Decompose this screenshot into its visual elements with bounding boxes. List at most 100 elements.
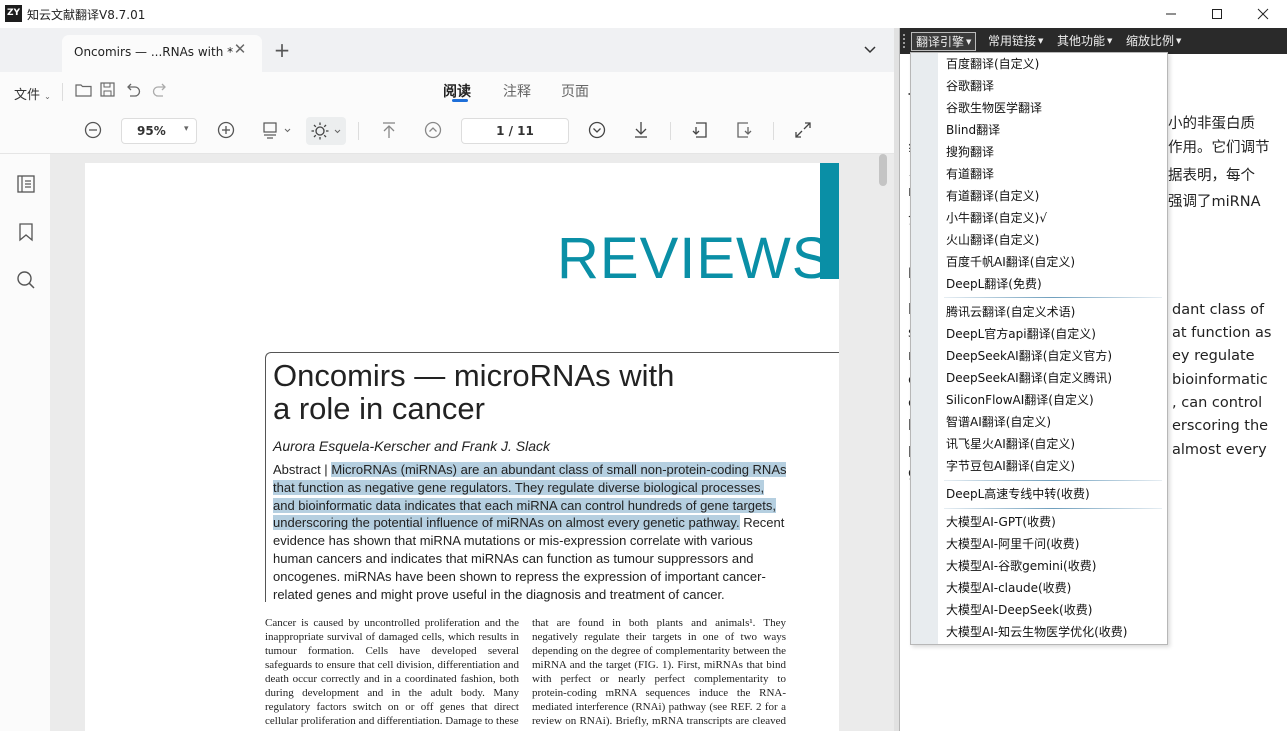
left-sidebar: [0, 154, 50, 731]
tab-pages[interactable]: 页面: [561, 81, 589, 101]
article-authors: Aurora Esquela-Kerscher and Frank J. Sla…: [273, 438, 551, 454]
outline-icon[interactable]: [14, 174, 38, 198]
tab-list-chevron-down-icon[interactable]: [860, 40, 880, 60]
engine-option[interactable]: 腾讯云翻译(自定义术语): [946, 302, 1075, 322]
brightness-button[interactable]: [306, 117, 346, 145]
reader-toolbar: 文件 ⌄ 阅读 注释 页面 95% ▾ 1 / 11: [0, 72, 894, 154]
fullscreen-icon[interactable]: [793, 121, 813, 141]
app-logo-icon: ZY: [5, 5, 22, 22]
drag-handle-icon[interactable]: [903, 34, 907, 48]
pdf-page[interactable]: REVIEWS Oncomirs — microRNAs with a role…: [85, 163, 839, 731]
tab-strip: Oncomirs — ...RNAs with * ✕ +: [0, 28, 894, 72]
menu-translation-engine[interactable]: 翻译引擎 ▼: [911, 32, 977, 51]
source-fragment: almost every: [1172, 442, 1267, 458]
toolbar-divider: [670, 122, 671, 140]
source-fragment: at function as: [1172, 325, 1272, 341]
engine-option[interactable]: DeepL翻译(免费): [946, 274, 1042, 294]
engine-option[interactable]: DeepSeekAI翻译(自定义官方): [946, 346, 1112, 366]
menu-common-links[interactable]: 常用链接 ▼: [984, 32, 1047, 51]
engine-option[interactable]: DeepL高速专线中转(收费): [946, 484, 1090, 504]
journal-section-header: REVIEWS: [557, 226, 832, 291]
engine-option[interactable]: 大模型AI-知云生物医学优化(收费): [946, 622, 1127, 642]
first-page-icon[interactable]: [379, 121, 399, 141]
selected-text[interactable]: MicroRNAs (miRNAs) are an abundant class…: [273, 462, 787, 531]
tab-annotate[interactable]: 注释: [503, 81, 531, 101]
engine-option-selected[interactable]: 小牛翻译(自定义)√: [946, 208, 1047, 228]
engine-option[interactable]: 大模型AI-谷歌gemini(收费): [946, 556, 1096, 576]
zoom-select[interactable]: 95% ▾: [121, 118, 197, 144]
abstract[interactable]: Abstract | MicroRNAs (miRNAs) are an abu…: [273, 461, 787, 603]
engine-option[interactable]: 谷歌翻译: [946, 76, 994, 96]
undo-icon[interactable]: [123, 82, 143, 102]
back-history-icon[interactable]: [690, 121, 710, 141]
engine-option[interactable]: SiliconFlowAI翻译(自定义): [946, 390, 1094, 410]
source-fragment: bioinformatic: [1172, 372, 1268, 388]
source-fragment: ey regulate: [1172, 348, 1255, 364]
abstract-label: Abstract |: [273, 462, 328, 477]
minimize-icon: [1166, 13, 1176, 15]
engine-option[interactable]: 大模型AI-claude(收费): [946, 578, 1071, 598]
zoom-value: 95%: [137, 124, 166, 138]
next-page-icon[interactable]: [587, 121, 607, 141]
engine-option[interactable]: 讯飞星火AI翻译(自定义): [946, 434, 1075, 454]
menu-separator: [944, 480, 1162, 481]
body-column-right: that are found in both plants and animal…: [532, 617, 786, 731]
window-title: 知云文献翻译V8.7.01: [27, 8, 146, 22]
translation-fragment: 强调了miRNA: [1168, 194, 1261, 210]
file-menu[interactable]: 文件 ⌄: [14, 84, 51, 103]
engine-option[interactable]: Blind翻译: [946, 120, 1000, 140]
toolbar-divider: [773, 122, 774, 140]
translation-engine-dropdown: 百度翻译(自定义) 谷歌翻译 谷歌生物医学翻译 Blind翻译 搜狗翻译 有道翻…: [910, 52, 1168, 645]
save-icon[interactable]: [97, 82, 117, 102]
document-viewport[interactable]: REVIEWS Oncomirs — microRNAs with a role…: [50, 154, 894, 731]
maximize-button[interactable]: [1194, 0, 1240, 28]
engine-option[interactable]: 百度翻译(自定义): [946, 54, 1039, 74]
document-tab-label: Oncomirs — ...RNAs with *: [74, 45, 234, 59]
engine-option[interactable]: 百度千帆AI翻译(自定义): [946, 252, 1075, 272]
previous-page-icon[interactable]: [423, 121, 443, 141]
engine-option[interactable]: DeepSeekAI翻译(自定义腾讯): [946, 368, 1112, 388]
engine-option[interactable]: DeepL官方api翻译(自定义): [946, 324, 1096, 344]
menu-separator: [944, 297, 1162, 298]
bookmark-icon[interactable]: [14, 222, 38, 246]
engine-option[interactable]: 火山翻译(自定义): [946, 230, 1039, 250]
engine-option[interactable]: 大模型AI-阿里千问(收费): [946, 534, 1079, 554]
menu-zoom-ratio[interactable]: 缩放比例 ▼: [1122, 32, 1185, 51]
tab-close-icon[interactable]: ✕: [230, 39, 250, 59]
document-scrollbar[interactable]: [879, 154, 887, 186]
search-icon[interactable]: [14, 270, 38, 294]
active-tab-indicator: [452, 99, 468, 102]
article-title-line-1: Oncomirs — microRNAs with: [273, 358, 675, 393]
translation-menu-bar: 翻译引擎 ▼ 常用链接 ▼ 其他功能 ▼ 缩放比例 ▼: [900, 28, 1287, 54]
engine-option[interactable]: 大模型AI-GPT(收费): [946, 512, 1056, 532]
zoom-out-icon[interactable]: [83, 121, 103, 141]
engine-option[interactable]: 有道翻译(自定义): [946, 186, 1039, 206]
menu-other-functions[interactable]: 其他功能 ▼: [1053, 32, 1116, 51]
zoom-in-icon[interactable]: [216, 121, 236, 141]
engine-option[interactable]: 字节豆包AI翻译(自定义): [946, 456, 1075, 476]
engine-option[interactable]: 搜狗翻译: [946, 142, 994, 162]
sun-icon: [311, 122, 341, 140]
engine-option[interactable]: 智谱AI翻译(自定义): [946, 412, 1051, 432]
page-layout-icon[interactable]: [258, 121, 294, 141]
tab-read[interactable]: 阅读: [443, 81, 471, 101]
open-folder-icon[interactable]: [73, 82, 93, 102]
last-page-icon[interactable]: [631, 121, 651, 141]
engine-option[interactable]: 谷歌生物医学翻译: [946, 98, 1042, 118]
app-window: ZY 知云文献翻译V8.7.01 Oncomirs — ...RNAs with…: [0, 0, 1287, 731]
translation-fragment: 据表明，每个: [1168, 168, 1255, 184]
engine-option[interactable]: 大模型AI-DeepSeek(收费): [946, 600, 1092, 620]
dropdown-icon-strip: [911, 53, 938, 644]
close-window-button[interactable]: [1240, 0, 1286, 28]
document-tab[interactable]: Oncomirs — ...RNAs with * ✕: [62, 35, 262, 72]
close-icon: [1257, 8, 1269, 20]
redo-icon[interactable]: [150, 82, 170, 102]
forward-history-icon[interactable]: [734, 121, 754, 141]
article-title: Oncomirs — microRNAs with a role in canc…: [273, 359, 674, 425]
new-tab-button[interactable]: +: [270, 38, 294, 62]
minimize-button[interactable]: [1148, 0, 1194, 28]
menu-separator: [944, 508, 1162, 509]
engine-option[interactable]: 有道翻译: [946, 164, 994, 184]
toolbar-divider: [62, 83, 63, 101]
page-number-input[interactable]: 1 / 11: [461, 118, 569, 144]
